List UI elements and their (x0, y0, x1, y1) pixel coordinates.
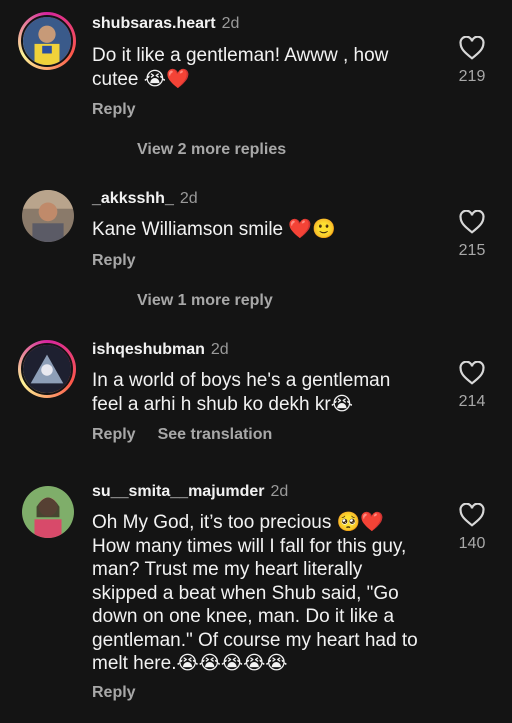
view-more-replies[interactable]: View 2 more replies (137, 141, 286, 159)
username[interactable]: su__smita__majumder (92, 483, 265, 500)
comment-meta: _akksshh_ 2d (92, 190, 198, 208)
avatar[interactable] (22, 190, 74, 242)
avatar[interactable] (22, 486, 74, 538)
like-count: 219 (458, 68, 486, 85)
reply-button[interactable]: Reply (92, 426, 136, 443)
like-button[interactable]: 215 (448, 210, 496, 260)
comment-meta: ishqeshubman 2d (92, 341, 229, 359)
comment-meta: su__smita__majumder 2d (92, 483, 288, 501)
heart-outline-icon (459, 36, 485, 60)
username[interactable]: _akksshh_ (92, 190, 174, 207)
reply-button[interactable]: Reply (92, 684, 136, 701)
comment-actions: Reply See translation (92, 426, 294, 444)
like-count: 214 (458, 393, 486, 410)
see-translation-button[interactable]: See translation (158, 426, 273, 443)
comment-age: 2d (270, 483, 289, 500)
username[interactable]: shubsaras.heart (92, 15, 216, 32)
comment-actions: Reply (92, 252, 158, 270)
avatar[interactable] (18, 340, 76, 398)
heart-outline-icon (459, 503, 485, 527)
comment-text: Kane Williamson smile ❤️🙂 (92, 219, 336, 240)
reply-button[interactable]: Reply (92, 101, 136, 118)
comment-meta: shubsaras.heart 2d (92, 15, 239, 33)
heart-outline-icon (459, 210, 485, 234)
like-button[interactable]: 140 (448, 503, 496, 553)
reply-button[interactable]: Reply (92, 252, 136, 269)
avatar-image (23, 345, 71, 393)
avatar-image (23, 17, 71, 65)
like-count: 140 (458, 535, 486, 552)
like-button[interactable]: 214 (448, 361, 496, 411)
comment-actions: Reply (92, 684, 158, 702)
like-button[interactable]: 219 (448, 36, 496, 86)
comment-text: Do it like a gentleman! Awww , how cutee… (92, 45, 389, 90)
heart-outline-icon (459, 361, 485, 385)
comment-text: In a world of boys he's a gentleman feel… (92, 370, 391, 415)
view-more-replies[interactable]: View 1 more reply (137, 292, 273, 310)
comment-text: Oh My God, it’s too precious 🥺❤️ How man… (92, 512, 418, 674)
like-count: 215 (458, 242, 486, 259)
comment-actions: Reply (92, 101, 158, 119)
username[interactable]: ishqeshubman (92, 341, 205, 358)
avatar-image (22, 190, 74, 242)
comment-age: 2d (210, 341, 229, 358)
avatar[interactable] (18, 12, 76, 70)
avatar-image (22, 486, 74, 538)
comment-age: 2d (221, 15, 240, 32)
comment-age: 2d (179, 190, 198, 207)
